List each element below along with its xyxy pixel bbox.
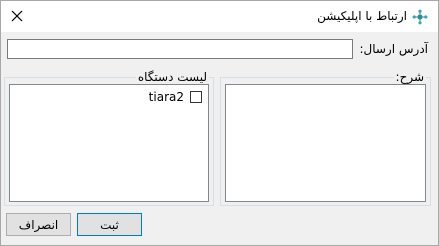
description-group: شرح: [220,69,431,206]
submit-button[interactable]: ثبت [77,213,142,236]
description-group-legend: شرح: [393,69,426,85]
close-icon [11,7,23,26]
title-bar: ارتباط با اپلیکیشن [1,1,438,32]
window-title: ارتباط با اپلیکیشن [317,9,407,23]
devices-list[interactable]: tiara2 [9,84,209,202]
cancel-button[interactable]: انصراف [6,213,71,236]
close-button[interactable] [2,2,32,30]
devices-group-legend: لیست دستگاه [135,69,209,85]
address-label: آدرس ارسال: [359,42,428,56]
dialog-window: ارتباط با اپلیکیشن آدرس ارسال: لیست دستگ… [0,0,439,246]
device-item-label: tiara2 [148,90,184,104]
app-logo-icon [412,9,428,25]
devices-group: لیست دستگاه tiara2 [4,69,214,206]
address-input[interactable] [7,39,353,59]
description-textarea[interactable] [225,84,426,202]
device-checkbox[interactable] [190,91,202,103]
device-item-tiara2[interactable]: tiara2 [149,90,202,104]
